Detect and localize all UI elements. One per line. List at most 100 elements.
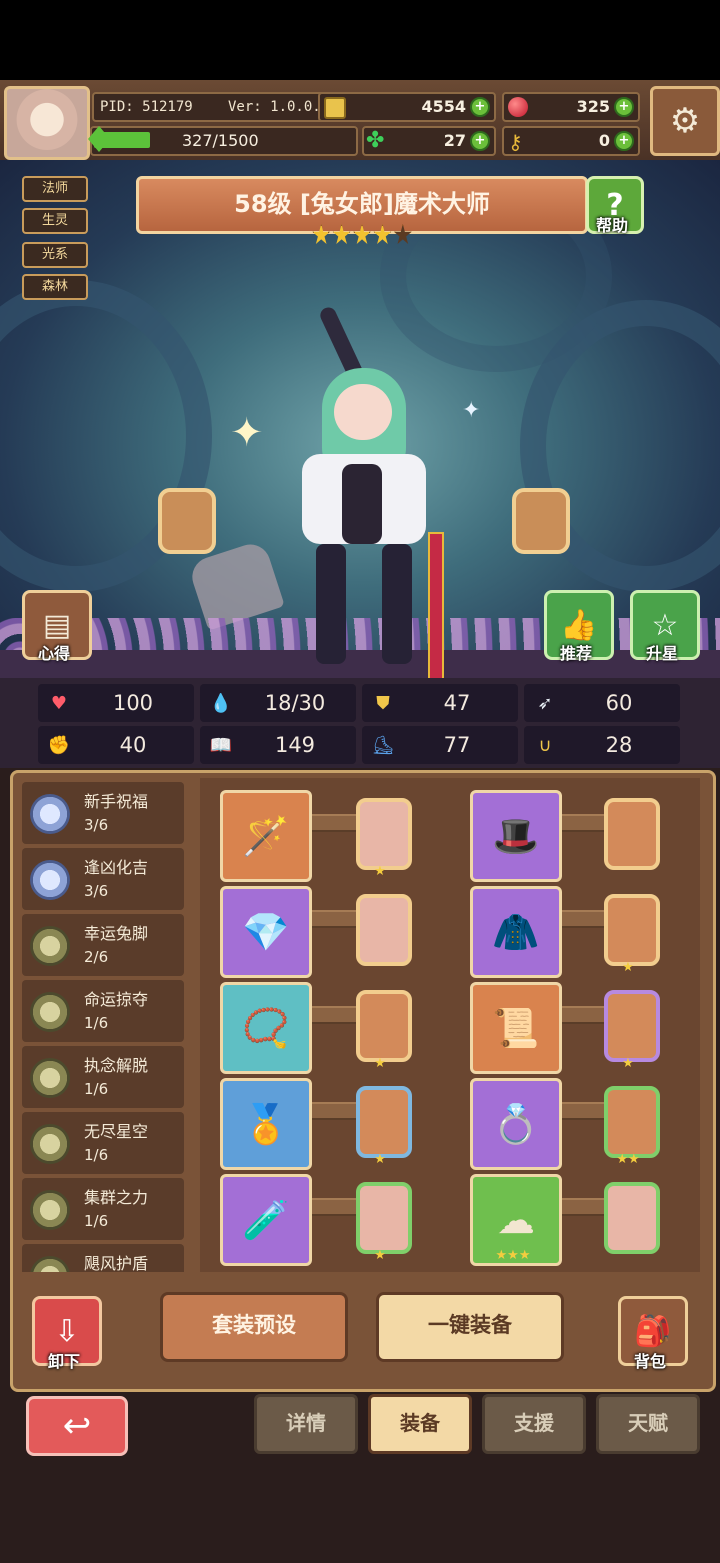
ring-icon: 💍 bbox=[492, 1102, 540, 1146]
set-count: 3/6 bbox=[84, 882, 109, 900]
hero-leg bbox=[382, 544, 412, 664]
equipment-set-list[interactable]: 新手祝福 3/6 逢凶化吉 3/6 幸运兔脚 2/6 命运掠夺 1/6 执念解脱… bbox=[22, 780, 188, 1272]
player-avatar[interactable] bbox=[4, 86, 90, 160]
sparkle-icon: ✦ bbox=[230, 410, 264, 456]
rune-stars: ★ bbox=[374, 1152, 386, 1167]
set-count: 1/6 bbox=[84, 1080, 109, 1098]
filled-star-icon bbox=[373, 224, 392, 245]
add-clover-button[interactable]: + bbox=[470, 131, 490, 151]
equip-slot-scroll[interactable]: 📜 bbox=[470, 982, 562, 1074]
equip-slot-armor[interactable]: 🧥 bbox=[470, 886, 562, 978]
rune-slot[interactable] bbox=[604, 894, 660, 966]
slot-stars: ★★★ bbox=[495, 1248, 531, 1263]
equip-slot-gem[interactable]: 💎 bbox=[220, 886, 312, 978]
set-badge-icon bbox=[30, 794, 70, 834]
gear-icon: ⚙ bbox=[669, 101, 701, 141]
player-info-panel: PID: 512179 Ver: 1.0.0.9 bbox=[92, 92, 344, 122]
fist-icon: ✊ bbox=[47, 734, 71, 756]
settings-button[interactable]: ⚙ bbox=[650, 86, 720, 156]
rune-slot[interactable] bbox=[356, 990, 412, 1062]
insight-label: 心得 bbox=[37, 644, 70, 663]
add-gem-button[interactable]: + bbox=[614, 97, 634, 117]
tab-talent[interactable]: 天赋 bbox=[596, 1394, 700, 1454]
stat-speed: ➶ 60 bbox=[524, 684, 680, 722]
set-item[interactable]: 集群之力 1/6 bbox=[22, 1178, 184, 1240]
rune-slot[interactable] bbox=[356, 798, 412, 870]
tab-equipment[interactable]: 装备 bbox=[368, 1394, 472, 1454]
rune-slot[interactable] bbox=[356, 1086, 412, 1158]
rune-stars: ★ bbox=[622, 960, 634, 975]
scroll-icon: 📜 bbox=[492, 1006, 540, 1050]
set-name: 执念解脱 bbox=[84, 1056, 149, 1075]
hero-suit bbox=[342, 464, 382, 544]
medal-icon: 🏅 bbox=[242, 1102, 290, 1146]
stat-value: 18/30 bbox=[264, 691, 326, 715]
back-button[interactable]: ↩ bbox=[26, 1396, 128, 1456]
left-rune-emblem[interactable] bbox=[158, 488, 216, 554]
necklace-icon: 📿 bbox=[242, 1006, 290, 1050]
equip-slot-medal[interactable]: 🏅 bbox=[220, 1078, 312, 1170]
staff-icon: 🪄 bbox=[242, 814, 290, 858]
set-item[interactable]: 命运掠夺 1/6 bbox=[22, 980, 184, 1042]
filled-star-icon bbox=[312, 224, 331, 245]
stat-defense: ⛊ 47 bbox=[362, 684, 518, 722]
set-badge-icon bbox=[30, 1190, 70, 1230]
empty-star-icon bbox=[393, 224, 412, 245]
equip-slot-weapon[interactable]: 🪄 bbox=[220, 790, 312, 882]
gold-amount: 4554 bbox=[421, 97, 466, 116]
star-icon: ☆ bbox=[651, 607, 679, 643]
filled-star-icon bbox=[332, 224, 351, 245]
rune-slot[interactable] bbox=[604, 798, 660, 870]
horseshoe-icon: ∪ bbox=[538, 734, 552, 756]
slot-connector bbox=[306, 1198, 362, 1216]
equip-slot-potion[interactable]: 🧪 bbox=[220, 1174, 312, 1266]
stat-attack: ✊ 40 bbox=[38, 726, 194, 764]
equip-slot-necklace[interactable]: 📿 bbox=[220, 982, 312, 1074]
set-item[interactable]: 逢凶化吉 3/6 bbox=[22, 848, 184, 910]
set-badge-icon bbox=[30, 1256, 70, 1272]
help-label: 帮助 bbox=[595, 216, 628, 235]
backpack-label: 背包 bbox=[633, 1352, 666, 1371]
stat-hp: ♥ 100 bbox=[38, 684, 194, 722]
auto-equip-button[interactable]: 一键装备 bbox=[376, 1292, 564, 1362]
key-panel: ⚷ 0 + bbox=[502, 126, 640, 156]
preset-button[interactable]: 套装预设 bbox=[160, 1292, 348, 1362]
rune-slot[interactable] bbox=[356, 1182, 412, 1254]
set-item[interactable]: 执念解脱 1/6 bbox=[22, 1046, 184, 1108]
set-name: 命运掠夺 bbox=[84, 990, 149, 1009]
stat-value: 100 bbox=[112, 691, 154, 715]
rune-slot[interactable] bbox=[604, 1182, 660, 1254]
thumbs-up-icon: 👍 bbox=[560, 607, 598, 643]
set-count: 1/6 bbox=[84, 1014, 109, 1032]
rune-slot[interactable] bbox=[604, 990, 660, 1062]
player-id: PID: 512179 bbox=[100, 99, 193, 115]
set-badge-icon bbox=[30, 1124, 70, 1164]
set-item[interactable]: 无尽星空 1/6 bbox=[22, 1112, 184, 1174]
set-name: 幸运兔脚 bbox=[84, 924, 149, 943]
potion-icon: 🧪 bbox=[242, 1198, 290, 1242]
set-item[interactable]: 飓风护盾 bbox=[22, 1244, 184, 1272]
hero-face bbox=[334, 384, 392, 440]
rune-stars: ★ bbox=[374, 864, 386, 879]
add-gold-button[interactable]: + bbox=[470, 97, 490, 117]
tab-support[interactable]: 支援 bbox=[482, 1394, 586, 1454]
set-item[interactable]: 新手祝福 3/6 bbox=[22, 782, 184, 844]
equip-slot-hat[interactable]: 🎩 bbox=[470, 790, 562, 882]
rune-stars: ★ bbox=[374, 1056, 386, 1071]
tab-details[interactable]: 详情 bbox=[254, 1394, 358, 1454]
right-rune-emblem[interactable] bbox=[512, 488, 570, 554]
stat-value: 77 bbox=[443, 733, 471, 757]
heart-icon: ♥ bbox=[50, 692, 68, 714]
rune-slot[interactable] bbox=[356, 894, 412, 966]
ruby-icon bbox=[508, 97, 528, 117]
stat-mana: 💧 18/30 bbox=[200, 684, 356, 722]
slot-connector bbox=[306, 1006, 362, 1024]
equip-slot-ring[interactable]: 💍 bbox=[470, 1078, 562, 1170]
shield-icon: ⛊ bbox=[376, 692, 390, 714]
add-key-button[interactable]: + bbox=[614, 131, 634, 151]
star-up-label: 升星 bbox=[645, 644, 678, 663]
filled-star-icon bbox=[353, 224, 371, 245]
set-item[interactable]: 幸运兔脚 2/6 bbox=[22, 914, 184, 976]
clover-icon: ✤ bbox=[366, 128, 385, 153]
rune-slot[interactable] bbox=[604, 1086, 660, 1158]
